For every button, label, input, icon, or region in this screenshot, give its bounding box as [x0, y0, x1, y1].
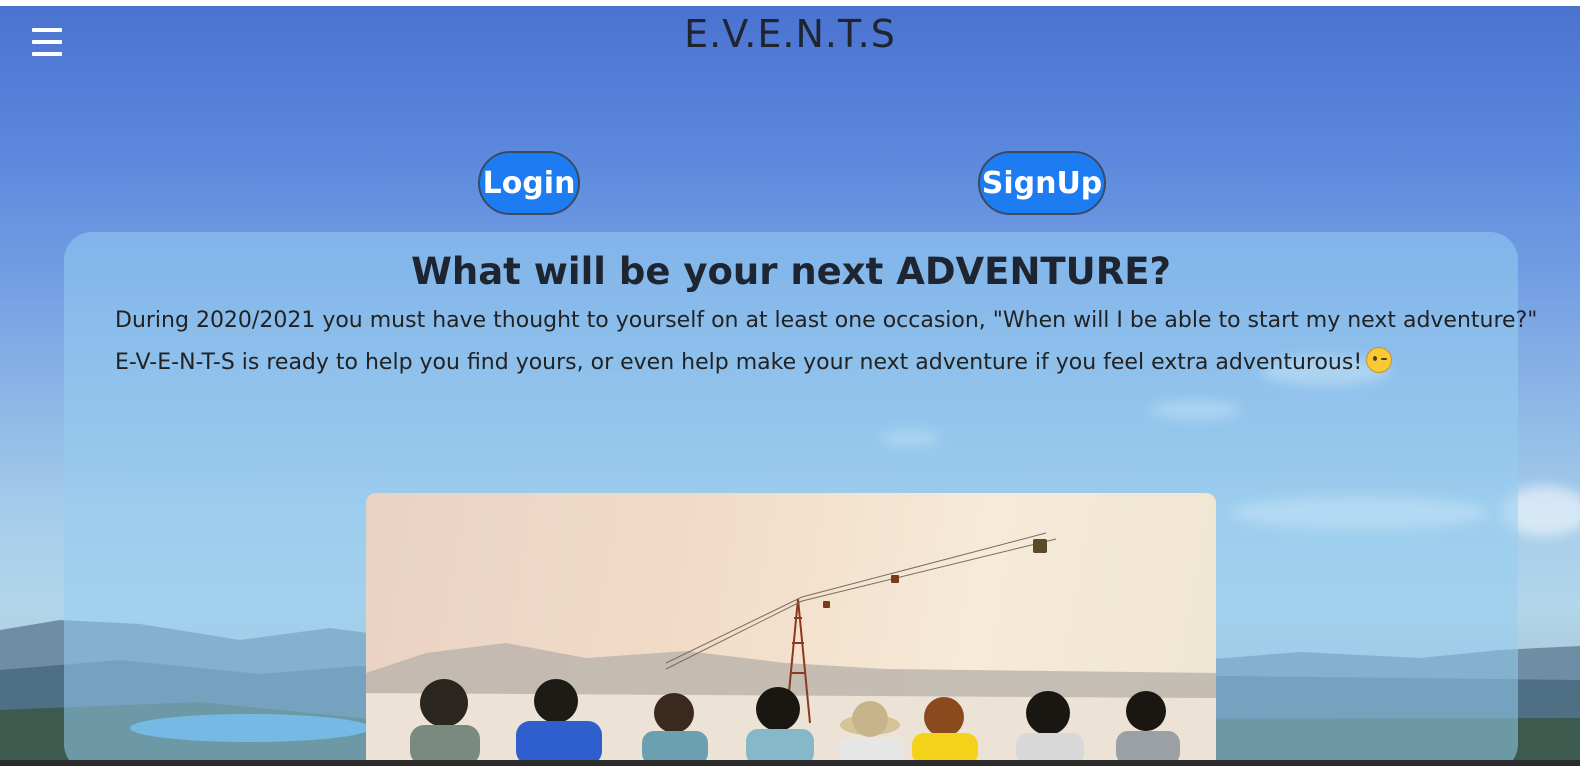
site-title: E.V.E.N.T.S: [684, 12, 896, 56]
hero-heading: What will be your next ADVENTURE?: [411, 250, 1171, 293]
hero-text-line-2-text: E-V-E-N-T-S is ready to help you find yo…: [115, 350, 1363, 375]
bottom-edge-strip: [0, 760, 1580, 766]
adventure-group-photo: [366, 493, 1216, 761]
login-button[interactable]: Login: [478, 151, 580, 215]
hero-text-line-2: E-V-E-N-T-S is ready to help you find yo…: [115, 343, 1495, 375]
hero-text-line-1: During 2020/2021 you must have thought t…: [115, 308, 1538, 333]
winking-face-icon: [1366, 347, 1393, 373]
signup-button[interactable]: SignUp: [978, 151, 1106, 215]
